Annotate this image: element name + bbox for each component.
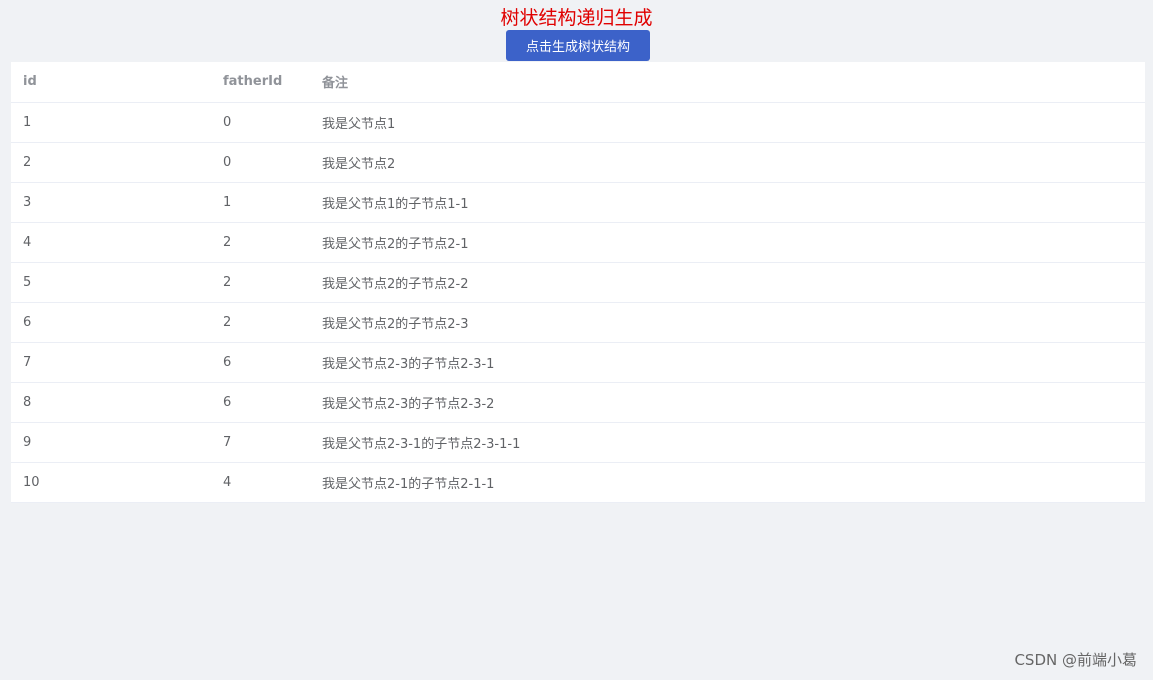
page-title: 树状结构递归生成	[500, 7, 653, 29]
column-header-fatherid: fatherId	[211, 62, 310, 103]
cell-note: 我是父节点2-1的子节点2-1-1	[310, 462, 1145, 503]
cell-note: 我是父节点2的子节点2-3	[310, 302, 1145, 343]
cell-note: 我是父节点2的子节点2-2	[310, 262, 1145, 303]
cell-fatherid: 0	[211, 142, 310, 183]
table-row: 1 0 我是父节点1	[11, 102, 1145, 143]
cell-id: 3	[11, 182, 211, 223]
generate-tree-button[interactable]: 点击生成树状结构	[506, 30, 650, 61]
cell-fatherid: 1	[211, 182, 310, 223]
cell-fatherid: 6	[211, 382, 310, 423]
cell-id: 10	[11, 462, 211, 503]
cell-id: 9	[11, 422, 211, 463]
cell-note: 我是父节点2-3的子节点2-3-1	[310, 342, 1145, 383]
cell-id: 7	[11, 342, 211, 383]
cell-id: 5	[11, 262, 211, 303]
cell-fatherid: 7	[211, 422, 310, 463]
table-row: 9 7 我是父节点2-3-1的子节点2-3-1-1	[11, 422, 1145, 463]
cell-note: 我是父节点2	[310, 142, 1145, 183]
data-table: id fatherId 备注 1 0 我是父节点1 2 0 我是父节点2 3 1…	[11, 62, 1145, 503]
table-header-row: id fatherId 备注	[11, 62, 1145, 103]
table-row: 5 2 我是父节点2的子节点2-2	[11, 262, 1145, 303]
cell-fatherid: 2	[211, 222, 310, 263]
column-header-note: 备注	[310, 62, 1145, 103]
watermark: CSDN @前端小葛	[1014, 651, 1137, 669]
cell-note: 我是父节点2-3-1的子节点2-3-1-1	[310, 422, 1145, 463]
table-row: 2 0 我是父节点2	[11, 142, 1145, 183]
cell-id: 1	[11, 102, 211, 143]
cell-note: 我是父节点1的子节点1-1	[310, 182, 1145, 223]
cell-fatherid: 4	[211, 462, 310, 503]
cell-fatherid: 0	[211, 102, 310, 143]
table-row: 3 1 我是父节点1的子节点1-1	[11, 182, 1145, 223]
page: 树状结构递归生成 点击生成树状结构 id fatherId 备注 1 0 我是父…	[0, 0, 1153, 680]
cell-note: 我是父节点2的子节点2-1	[310, 222, 1145, 263]
cell-id: 2	[11, 142, 211, 183]
table-row: 8 6 我是父节点2-3的子节点2-3-2	[11, 382, 1145, 423]
table-row: 7 6 我是父节点2-3的子节点2-3-1	[11, 342, 1145, 383]
cell-note: 我是父节点1	[310, 102, 1145, 143]
column-header-id: id	[11, 62, 211, 103]
cell-id: 4	[11, 222, 211, 263]
cell-id: 6	[11, 302, 211, 343]
cell-fatherid: 2	[211, 302, 310, 343]
cell-id: 8	[11, 382, 211, 423]
cell-fatherid: 2	[211, 262, 310, 303]
table-row: 6 2 我是父节点2的子节点2-3	[11, 302, 1145, 343]
table-row: 4 2 我是父节点2的子节点2-1	[11, 222, 1145, 263]
cell-fatherid: 6	[211, 342, 310, 383]
table-row: 10 4 我是父节点2-1的子节点2-1-1	[11, 462, 1145, 503]
cell-note: 我是父节点2-3的子节点2-3-2	[310, 382, 1145, 423]
